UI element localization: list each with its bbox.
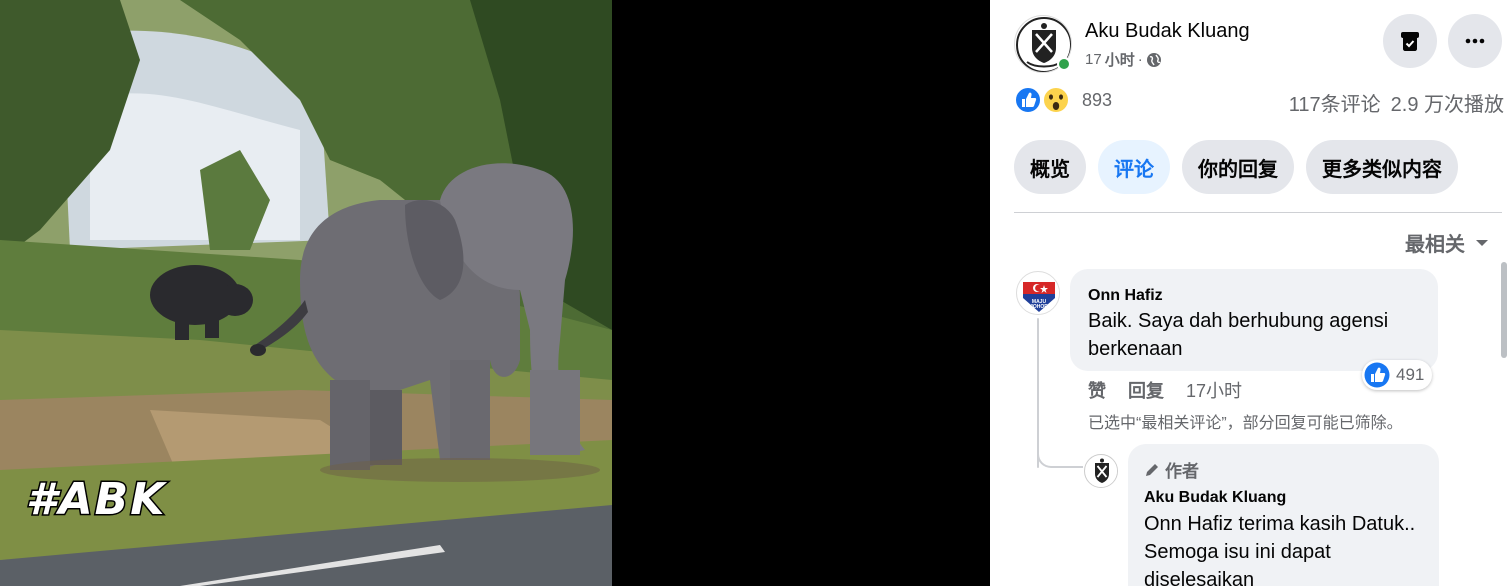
video-letterbox	[612, 0, 990, 586]
save-post-button[interactable]	[1383, 14, 1437, 68]
comment-actions: 赞 回复 17小时	[1088, 377, 1242, 403]
reply-bubble: 作者 Aku Budak Kluang Onn Hafiz terima kas…	[1128, 444, 1439, 586]
reaction-count[interactable]: 893	[1082, 90, 1112, 111]
tab-more-similar[interactable]: 更多类似内容	[1306, 140, 1458, 194]
divider	[1014, 212, 1502, 213]
comment-like-count: 491	[1396, 365, 1425, 384]
comment-reaction-pill[interactable]: 491	[1362, 360, 1433, 390]
engagement-summary: 117条评论 2.9 万次播放	[1289, 88, 1504, 117]
author-badge: 作者	[1144, 457, 1199, 482]
sort-dropdown[interactable]: 最相关	[1405, 228, 1489, 257]
reply-text: Onn Hafiz terima kasih Datuk.. Semoga is…	[1144, 510, 1434, 586]
post-timestamp[interactable]: 17 小时 ·	[1085, 49, 1162, 70]
sort-label: 最相关	[1405, 234, 1465, 256]
post-header: Aku Budak Kluang 17 小时 ·	[990, 0, 1509, 80]
reply-author[interactable]: Aku Budak Kluang	[1144, 489, 1286, 507]
like-icon	[1364, 362, 1390, 388]
view-count: 2.9 万次播放	[1390, 94, 1504, 116]
post-side-panel: Aku Budak Kluang 17 小时 · 893 117条评论 2.9 …	[990, 0, 1509, 586]
tab-your-replies[interactable]: 你的回复	[1182, 140, 1294, 194]
tab-overview[interactable]: 概览	[1014, 140, 1086, 194]
commenter-avatar[interactable]: MAJU JOHOR	[1016, 271, 1060, 315]
reply-author-avatar[interactable]	[1084, 454, 1118, 488]
video-watermark: #ABK	[24, 473, 167, 527]
crest-icon	[1086, 456, 1117, 487]
video-player[interactable]: #ABK	[0, 0, 612, 586]
comment-author[interactable]: Onn Hafiz	[1088, 287, 1163, 305]
comment-count[interactable]: 117条评论	[1289, 88, 1381, 117]
online-status-dot	[1057, 57, 1071, 71]
reactions-row: 893 117条评论 2.9 万次播放	[1014, 84, 1504, 116]
globe-icon	[1146, 52, 1161, 67]
tab-comments[interactable]: 评论	[1098, 140, 1170, 194]
post-time-unit: 小时	[1104, 52, 1135, 69]
avatar-logo-text: MAJU JOHOR	[1030, 299, 1048, 310]
like-comment-button[interactable]: 赞	[1088, 377, 1106, 403]
pencil-icon	[1146, 463, 1158, 476]
comment-text: Baik. Saya dah berhubung agensi berkenaa…	[1088, 310, 1389, 360]
comment-time[interactable]: 17小时	[1186, 377, 1242, 403]
mention-link[interactable]: Onn Hafiz	[1144, 513, 1233, 535]
comment-bubble: Onn Hafiz Baik. Saya dah berhubung agens…	[1070, 269, 1438, 371]
panel-tabs: 概览 评论 你的回复 更多类似内容	[1014, 140, 1458, 196]
more-options-button[interactable]	[1448, 14, 1502, 68]
caret-down-icon	[1476, 239, 1488, 246]
author-badge-label: 作者	[1165, 462, 1199, 481]
post-time-number: 17	[1085, 51, 1102, 68]
reaction-icons[interactable]	[1014, 86, 1072, 114]
more-dots-icon	[1465, 38, 1485, 44]
scrollbar-thumb[interactable]	[1501, 262, 1507, 358]
reply-comment-button[interactable]: 回复	[1128, 377, 1164, 403]
like-wow-reaction-icon	[1014, 86, 1070, 114]
save-box-icon	[1401, 32, 1419, 51]
thread-connector	[1037, 438, 1083, 468]
meta-separator: ·	[1137, 51, 1143, 68]
page-name[interactable]: Aku Budak Kluang	[1085, 20, 1250, 43]
filter-notice: 已选中“最相关评论”，部分回复可能已筛除。	[1088, 415, 1403, 432]
